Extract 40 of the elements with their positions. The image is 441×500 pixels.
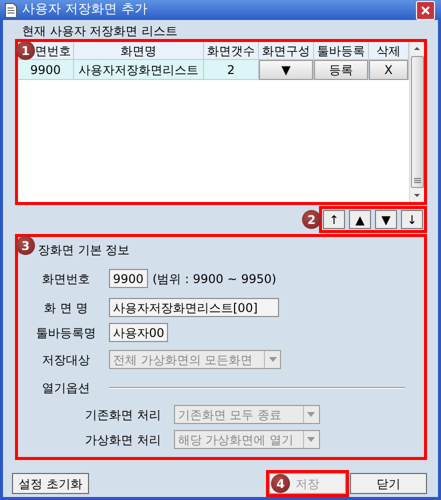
scrollbar[interactable] <box>409 42 424 202</box>
close-icon[interactable] <box>421 6 430 14</box>
field-label: 기존화면 처리 <box>85 406 161 424</box>
table-button[interactable]: 등록 <box>314 60 368 80</box>
field-label: 저장대상 <box>41 352 91 368</box>
field-label: 툴바등록명 <box>35 324 97 342</box>
input-field[interactable]: 사용자00 <box>109 323 168 342</box>
section-label: 현재 사용자 저장화면 리스트 <box>22 24 178 38</box>
document-icon <box>5 2 17 18</box>
dialog-button[interactable]: 닫기 <box>350 473 427 494</box>
column-header: 삭제 <box>376 42 400 60</box>
table-cell: 2 <box>204 60 259 80</box>
table-cell: 사용자저장화면리스트 <box>74 60 204 80</box>
field-label: 가상화면 처리 <box>85 432 161 448</box>
close-button[interactable] <box>416 0 435 20</box>
grip-icon <box>414 178 420 183</box>
options-label: 열기옵션 <box>41 380 91 397</box>
column-header: 화면명 <box>120 42 156 60</box>
field-label: 화 면 명 <box>43 300 89 316</box>
input-field[interactable]: 사용자저장화면리스트[00] <box>109 298 279 317</box>
move-button[interactable]: ↓ <box>401 210 423 229</box>
move-button[interactable]: ▲ <box>349 210 371 229</box>
range-hint: (범위 : 9900 ~ 9950) <box>152 270 276 288</box>
move-button[interactable]: ↑ <box>323 210 345 229</box>
field-label: 화면번호 <box>41 270 91 288</box>
annotation-marker: 2 <box>302 210 321 229</box>
annotation-marker: 3 <box>16 236 35 255</box>
column-header: 화면구성 <box>262 42 310 60</box>
window-title: 사용자 저장화면 추가 <box>22 1 148 20</box>
table-button[interactable]: ▼ <box>259 60 313 80</box>
section-title: 장화면 기본 정보 <box>38 243 130 257</box>
input-field[interactable]: 9900 <box>109 269 148 288</box>
column-header: 툴바등록 <box>317 42 365 60</box>
move-button[interactable]: ▼ <box>375 210 397 229</box>
column-header: 면번호 <box>35 42 71 60</box>
annotation-marker: 1 <box>16 41 35 60</box>
table-button[interactable]: X <box>369 60 408 80</box>
column-header: 화면갯수 <box>207 42 255 60</box>
table-cell: 9900 <box>18 60 74 80</box>
dialog-button[interactable]: 설정 초기화 <box>12 473 89 494</box>
